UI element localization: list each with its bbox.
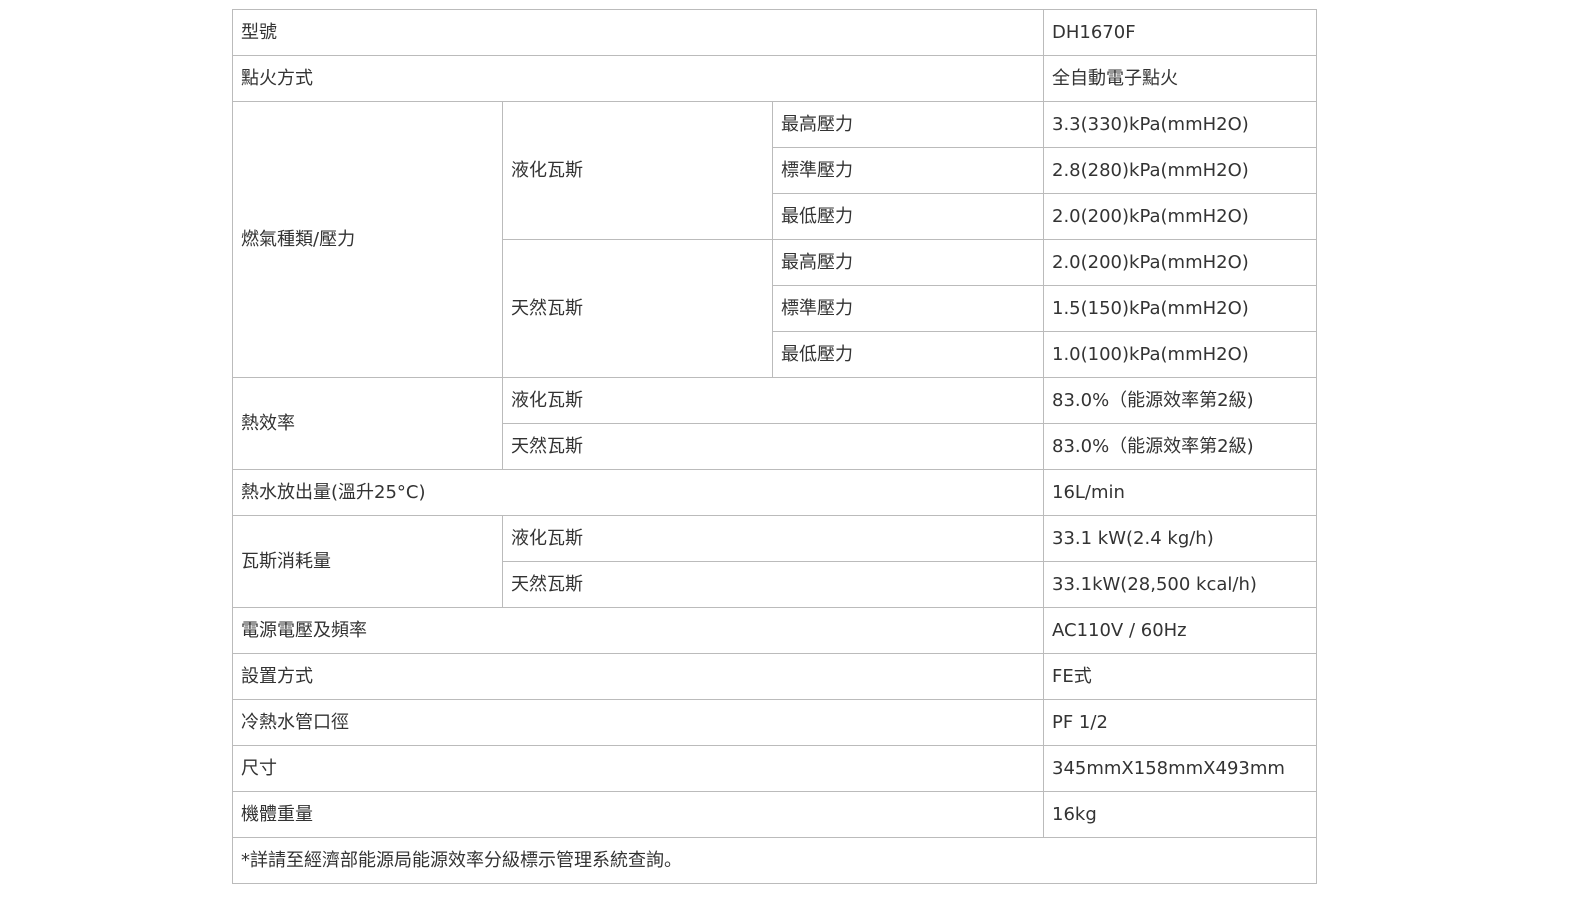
ng-max-pressure-value: 2.0(200)kPa(mmH2O) [1043, 239, 1317, 286]
ng-min-pressure-value: 1.0(100)kPa(mmH2O) [1043, 331, 1317, 378]
lpg-min-pressure-label: 最低壓力 [772, 193, 1044, 240]
ng-min-pressure-label: 最低壓力 [772, 331, 1044, 378]
size-label: 尺寸 [232, 745, 1044, 792]
weight-value: 16kg [1043, 791, 1317, 838]
ignition-label: 點火方式 [232, 55, 1044, 102]
efficiency-ng-label: 天然瓦斯 [502, 423, 1044, 470]
consumption-label: 瓦斯消耗量 [232, 515, 503, 608]
lpg-max-pressure-label: 最高壓力 [772, 101, 1044, 148]
gas-type-label: 燃氣種類/壓力 [232, 101, 503, 378]
consumption-ng-value: 33.1kW(28,500 kcal/h) [1043, 561, 1317, 608]
gas-lpg-label: 液化瓦斯 [502, 101, 773, 240]
output-label: 熱水放出量(溫升25°C) [232, 469, 1044, 516]
ng-std-pressure-label: 標準壓力 [772, 285, 1044, 332]
footnote: *詳請至經濟部能源局能源效率分級標示管理系統查詢。 [232, 837, 1317, 884]
consumption-ng-label: 天然瓦斯 [502, 561, 1044, 608]
model-label: 型號 [232, 9, 1044, 56]
table-row: 機體重量 16kg [232, 791, 1317, 838]
output-value: 16L/min [1043, 469, 1317, 516]
table-row: 熱水放出量(溫升25°C) 16L/min [232, 469, 1317, 516]
ng-std-pressure-value: 1.5(150)kPa(mmH2O) [1043, 285, 1317, 332]
spec-table: 型號 DH1670F 點火方式 全自動電子點火 燃氣種類/壓力 液化瓦斯 最高壓… [232, 9, 1317, 884]
table-row: 點火方式 全自動電子點火 [232, 55, 1317, 102]
model-value: DH1670F [1043, 9, 1317, 56]
lpg-max-pressure-value: 3.3(330)kPa(mmH2O) [1043, 101, 1317, 148]
size-value: 345mmX158mmX493mm [1043, 745, 1317, 792]
lpg-min-pressure-value: 2.0(200)kPa(mmH2O) [1043, 193, 1317, 240]
power-label: 電源電壓及頻率 [232, 607, 1044, 654]
efficiency-ng-value: 83.0%（能源效率第2級) [1043, 423, 1317, 470]
table-row: 尺寸 345mmX158mmX493mm [232, 745, 1317, 792]
efficiency-lpg-value: 83.0%（能源效率第2級) [1043, 377, 1317, 424]
install-label: 設置方式 [232, 653, 1044, 700]
ng-max-pressure-label: 最高壓力 [772, 239, 1044, 286]
table-row: 燃氣種類/壓力 液化瓦斯 最高壓力 3.3(330)kPa(mmH2O) [232, 101, 1317, 378]
weight-label: 機體重量 [232, 791, 1044, 838]
ignition-value: 全自動電子點火 [1043, 55, 1317, 102]
lpg-std-pressure-label: 標準壓力 [772, 147, 1044, 194]
table-row: 電源電壓及頻率 AC110V / 60Hz [232, 607, 1317, 654]
pipe-label: 冷熱水管口徑 [232, 699, 1044, 746]
pipe-value: PF 1/2 [1043, 699, 1317, 746]
lpg-std-pressure-value: 2.8(280)kPa(mmH2O) [1043, 147, 1317, 194]
table-row: 型號 DH1670F [232, 9, 1317, 56]
power-value: AC110V / 60Hz [1043, 607, 1317, 654]
gas-ng-label: 天然瓦斯 [502, 239, 773, 378]
efficiency-label: 熱效率 [232, 377, 503, 470]
table-row: 冷熱水管口徑 PF 1/2 [232, 699, 1317, 746]
install-value: FE式 [1043, 653, 1317, 700]
efficiency-lpg-label: 液化瓦斯 [502, 377, 1044, 424]
table-row: 瓦斯消耗量 液化瓦斯 33.1 kW(2.4 kg/h) [232, 515, 1317, 608]
consumption-lpg-value: 33.1 kW(2.4 kg/h) [1043, 515, 1317, 562]
table-row: 熱效率 液化瓦斯 83.0%（能源效率第2級) [232, 377, 1317, 470]
table-row: *詳請至經濟部能源局能源效率分級標示管理系統查詢。 [232, 837, 1317, 884]
table-row: 設置方式 FE式 [232, 653, 1317, 700]
consumption-lpg-label: 液化瓦斯 [502, 515, 1044, 562]
